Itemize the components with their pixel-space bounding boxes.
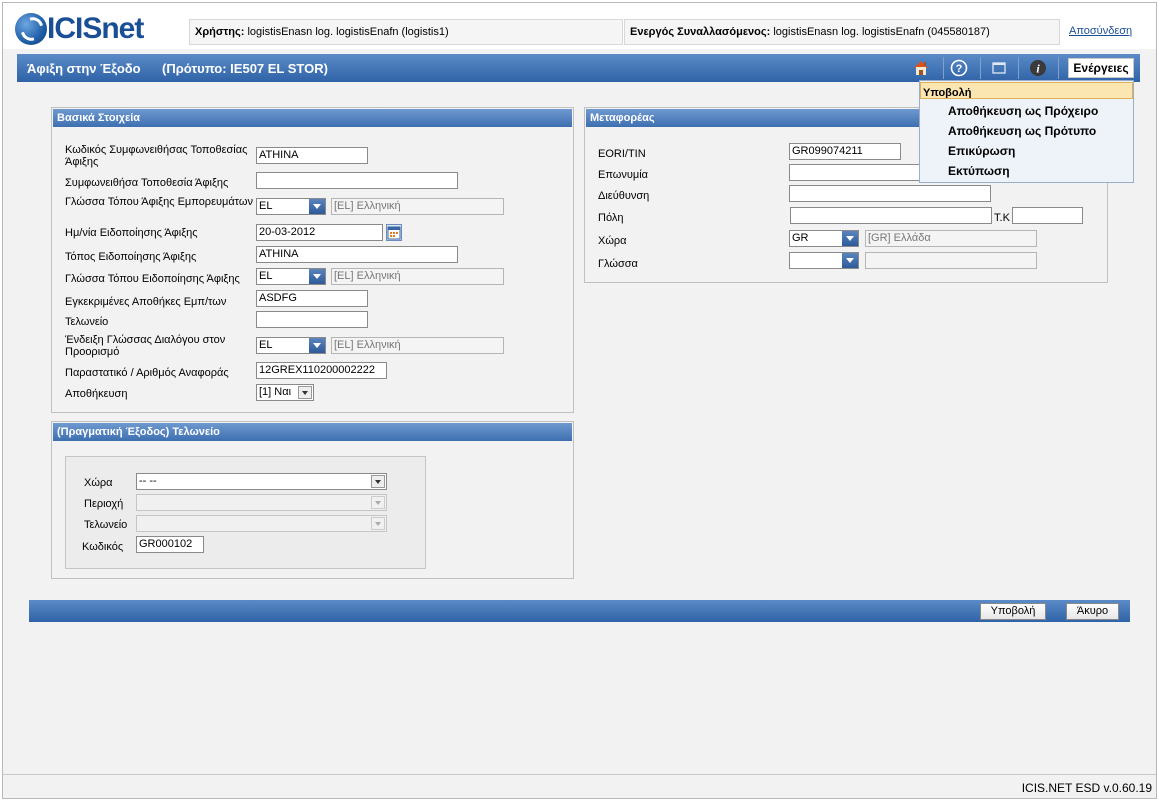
goods-location-lang-label: Γλώσσα Τόπου Άφιξης Εμπορευμάτων: [65, 196, 253, 208]
dialog-lang-desc: [EL] Ελληνική: [331, 337, 504, 354]
exit-office-select[interactable]: [136, 515, 387, 532]
exit-country-label: Χώρα: [84, 477, 113, 489]
user-label: Χρήστης:: [195, 26, 245, 38]
top-bar: ICISnet Χρήστης: logistisEnasn log. logi…: [3, 3, 1156, 49]
carrier-language-select[interactable]: [789, 252, 859, 269]
storage-select[interactable]: [1] Ναι: [256, 384, 314, 401]
chevron-down-icon: [371, 496, 385, 509]
dialog-lang-label: Ένδειξη Γλώσσας Διαλόγου στον Προορισμό: [65, 334, 226, 358]
submit-button[interactable]: Υποβολή: [980, 603, 1046, 620]
exit-office-label: Τελωνείο: [84, 519, 128, 531]
app-frame: ICISnet Χρήστης: logistisEnasn log. logi…: [2, 2, 1157, 799]
customs-input[interactable]: [256, 311, 368, 328]
carrier-language-desc: [865, 252, 1037, 269]
exit-office-header: (Πραγματική Έξοδος) Τελωνείο: [53, 423, 572, 441]
reference-input[interactable]: 12GREX110200002222: [256, 362, 387, 379]
address-input[interactable]: [789, 185, 991, 202]
exit-office-panel: (Πραγματική Έξοδος) Τελωνείο Χώρα -- -- …: [51, 421, 574, 579]
cancel-button[interactable]: Άκυρο: [1066, 603, 1119, 620]
home-icon[interactable]: [911, 58, 931, 78]
trader-label: Ενεργός Συναλλασόμενος:: [630, 26, 771, 38]
warehouses-input[interactable]: ASDFG: [256, 290, 368, 307]
notification-date-input[interactable]: 20-03-2012: [256, 224, 383, 241]
trader-value: logistisEnasn log. logistisEnafn (045580…: [773, 26, 990, 38]
carrier-country-desc: [GR] Ελλάδα: [865, 230, 1037, 247]
city-input[interactable]: [790, 207, 992, 224]
agreed-location-label: Συμφωνειθήσα Τοποθεσία Άφιξης: [65, 177, 229, 189]
carrier-language-label: Γλώσσα: [598, 258, 638, 270]
agreed-location-input[interactable]: [256, 172, 458, 189]
globe-icon: [15, 13, 48, 45]
exit-region-select[interactable]: [136, 494, 387, 511]
template-label: (Πρότυπο: IE507 EL STOR): [162, 61, 328, 76]
actions-menu: Υποβολή Αποθήκευση ως Πρόχειρο Αποθήκευσ…: [919, 80, 1134, 183]
user-value: logistisEnasn log. logistisEnafn (logist…: [247, 26, 449, 38]
chevron-down-icon: [309, 269, 325, 284]
reference-label: Παραστατικό / Αριθμός Αναφοράς: [65, 367, 229, 379]
app-logo: ICISnet: [15, 13, 165, 47]
menu-item-submit[interactable]: Υποβολή: [920, 82, 1133, 99]
calendar-icon[interactable]: [386, 224, 402, 241]
notification-place-lang-desc: [EL] Ελληνική: [331, 268, 504, 285]
carrier-name-label: Επωνυμία: [598, 169, 649, 181]
notification-date-label: Ημ/νία Ειδοποίησης Άφιξης: [65, 227, 198, 239]
chevron-down-icon: [842, 231, 858, 246]
menu-item-save-draft[interactable]: Αποθήκευση ως Πρόχειρο: [920, 102, 1133, 122]
chevron-down-icon: [298, 386, 312, 399]
version-label: ICIS.NET ESD v.0.60.19: [1021, 781, 1152, 795]
warehouses-label: Εγκεκριμένες Αποθήκες Εμπ/των: [65, 296, 227, 308]
eori-label: EORI/TIN: [598, 148, 646, 160]
window-icon[interactable]: [989, 58, 1009, 78]
user-info: Χρήστης: logistisEnasn log. logistisEnaf…: [189, 19, 623, 45]
agreed-location-code-label: Κωδικός Συμφωνειθήσας Τοποθεσίας Άφιξης: [65, 144, 248, 168]
dialog-lang-select[interactable]: EL: [256, 337, 326, 354]
notification-place-lang-select[interactable]: EL: [256, 268, 326, 285]
info-icon[interactable]: i: [1028, 58, 1048, 78]
logo-text: ICISnet: [47, 12, 144, 45]
chevron-down-icon: [371, 475, 385, 488]
help-icon[interactable]: ?: [949, 58, 969, 78]
status-bar: ICIS.NET ESD v.0.60.19: [3, 774, 1156, 798]
notification-place-lang-label: Γλώσσα Τόπου Ειδοποίησης Άφιξης: [65, 273, 240, 285]
storage-label: Αποθήκευση: [65, 388, 128, 400]
exit-code-label: Κωδικός: [82, 541, 124, 553]
customs-label: Τελωνείο: [65, 316, 109, 328]
trader-info: Ενεργός Συναλλασόμενος: logistisEnasn lo…: [624, 19, 1060, 45]
menu-item-print[interactable]: Εκτύπωση: [920, 162, 1133, 182]
chevron-down-icon: [309, 199, 325, 214]
notification-place-label: Τόπος Ειδοποίησης Άφιξης: [65, 251, 197, 263]
actions-button[interactable]: Ενέργειες: [1068, 58, 1134, 78]
exit-region-label: Περιοχή: [84, 498, 124, 510]
exit-country-select[interactable]: -- --: [136, 473, 387, 490]
carrier-country-select[interactable]: GR: [789, 230, 859, 247]
logout-link[interactable]: Αποσύνδεση: [1069, 25, 1132, 37]
carrier-country-label: Χώρα: [598, 235, 627, 247]
goods-location-lang-desc: [EL] Ελληνική: [331, 198, 504, 215]
chevron-down-icon: [371, 517, 385, 530]
exit-code-input[interactable]: GR000102: [136, 536, 204, 553]
goods-location-lang-select[interactable]: EL: [256, 198, 326, 215]
page-title: Άφιξη στην Έξοδο: [27, 61, 141, 76]
chevron-down-icon: [309, 338, 325, 353]
menu-item-save-template[interactable]: Αποθήκευση ως Πρότυπο: [920, 122, 1133, 142]
eori-input[interactable]: GR099074211: [789, 143, 901, 160]
notification-place-input[interactable]: ATHINA: [256, 246, 458, 263]
bottom-action-bar: Υποβολή Άκυρο: [29, 600, 1130, 622]
basic-data-header: Βασικά Στοιχεία: [53, 109, 572, 127]
menu-item-validate[interactable]: Επικύρωση: [920, 142, 1133, 162]
basic-data-panel: Βασικά Στοιχεία Κωδικός Συμφωνειθήσας Το…: [51, 107, 574, 413]
postcode-input[interactable]: [1012, 207, 1083, 224]
address-label: Διεύθυνση: [598, 190, 650, 202]
page-title-bar: Άφιξη στην Έξοδο (Πρότυπο: IE507 EL STOR…: [17, 54, 1140, 82]
exit-office-box: Χώρα -- -- Περιοχή Τελωνείο Κωδικός GR00…: [65, 456, 426, 569]
svg-text:?: ?: [956, 63, 963, 75]
chevron-down-icon: [842, 253, 858, 268]
postcode-label: Τ.Κ: [994, 212, 1010, 224]
agreed-location-code-input[interactable]: ATHINA: [256, 147, 368, 164]
city-label: Πόλη: [598, 212, 624, 224]
